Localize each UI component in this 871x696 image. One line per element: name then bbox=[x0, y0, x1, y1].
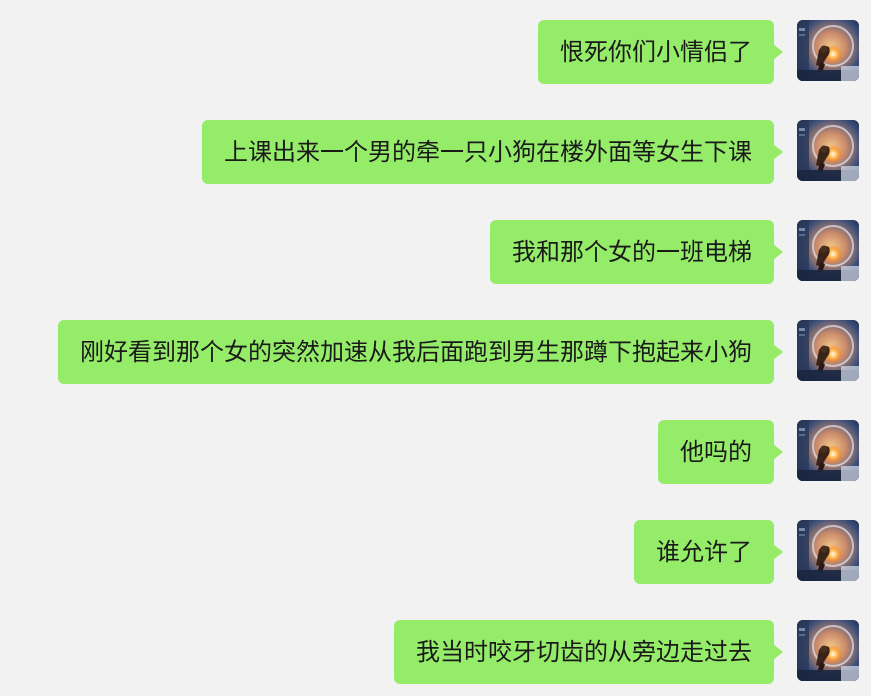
message-bubble[interactable]: 我和那个女的一班电梯 bbox=[490, 220, 783, 284]
message-row: 上课出来一个男的牵一只小狗在楼外面等女生下课 bbox=[0, 120, 871, 184]
message-row: 谁允许了 bbox=[0, 520, 871, 584]
message-text: 恨死你们小情侣了 bbox=[560, 38, 752, 66]
message-text: 我和那个女的一班电梯 bbox=[512, 238, 752, 266]
message-bubble[interactable]: 恨死你们小情侣了 bbox=[538, 20, 783, 84]
chat-message-list: 恨死你们小情侣了 上课出来一个男的牵一只小狗在楼外面等女生下课 我和那个女的一班… bbox=[0, 0, 871, 696]
message-row: 恨死你们小情侣了 bbox=[0, 20, 871, 84]
message-row: 我和那个女的一班电梯 bbox=[0, 220, 871, 284]
message-text: 刚好看到那个女的突然加速从我后面跑到男生那蹲下抱起来小狗 bbox=[80, 338, 752, 366]
astronaut-moon-avatar-icon[interactable] bbox=[797, 320, 859, 381]
astronaut-moon-avatar-icon[interactable] bbox=[797, 620, 859, 681]
message-bubble[interactable]: 上课出来一个男的牵一只小狗在楼外面等女生下课 bbox=[202, 120, 783, 184]
astronaut-moon-avatar-icon[interactable] bbox=[797, 220, 859, 281]
message-row: 刚好看到那个女的突然加速从我后面跑到男生那蹲下抱起来小狗 bbox=[0, 320, 871, 384]
astronaut-moon-avatar-icon[interactable] bbox=[797, 420, 859, 481]
message-bubble[interactable]: 刚好看到那个女的突然加速从我后面跑到男生那蹲下抱起来小狗 bbox=[58, 320, 783, 384]
message-text: 我当时咬牙切齿的从旁边走过去 bbox=[416, 638, 752, 666]
message-bubble[interactable]: 他吗的 bbox=[658, 420, 783, 484]
astronaut-moon-avatar-icon[interactable] bbox=[797, 520, 859, 581]
message-bubble[interactable]: 我当时咬牙切齿的从旁边走过去 bbox=[394, 620, 783, 684]
astronaut-moon-avatar-icon[interactable] bbox=[797, 20, 859, 81]
astronaut-moon-avatar-icon[interactable] bbox=[797, 120, 859, 181]
message-text: 上课出来一个男的牵一只小狗在楼外面等女生下课 bbox=[224, 138, 752, 166]
message-text: 谁允许了 bbox=[656, 538, 752, 566]
message-text: 他吗的 bbox=[680, 438, 752, 466]
message-bubble[interactable]: 谁允许了 bbox=[634, 520, 783, 584]
message-row: 我当时咬牙切齿的从旁边走过去 bbox=[0, 620, 871, 684]
message-row: 他吗的 bbox=[0, 420, 871, 484]
